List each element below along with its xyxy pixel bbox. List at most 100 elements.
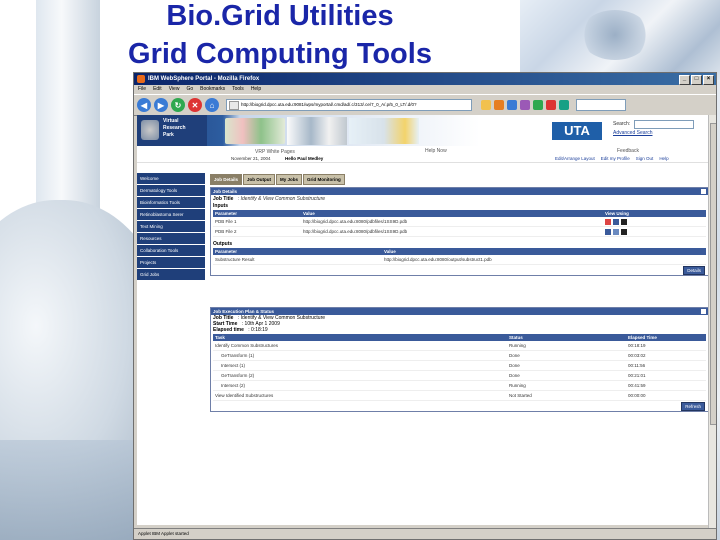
- rasmol-viewer-icon[interactable]: [621, 218, 627, 225]
- table-row: Intersect (2) Running 00:41:59: [213, 380, 706, 391]
- rasmol-viewer-icon[interactable]: [621, 228, 627, 235]
- help-now-link[interactable]: Help Now: [425, 148, 447, 154]
- table-row: PDB File 2 http://biogrid.dpcc.uta.edu:8…: [213, 226, 706, 237]
- sidebar-item-projects[interactable]: Projects: [137, 257, 205, 269]
- task-status: Done: [507, 350, 626, 361]
- elapsed-time-label: Elapsed time: [213, 327, 244, 333]
- org-name-line2: Research: [163, 125, 186, 131]
- page-scrollbar[interactable]: [708, 115, 716, 528]
- user-greeting: Hello Paul Medley: [285, 156, 324, 161]
- job-details-title: Job Details: [211, 188, 708, 195]
- output-param: Substructure Result: [213, 255, 382, 265]
- block-icon[interactable]: [546, 100, 556, 110]
- browser-window: IBM WebSphere Portal - Mozilla Firefox _…: [133, 72, 717, 540]
- task-status: Done: [507, 370, 626, 381]
- sidebar-item-bioinformatics[interactable]: Bioinformatics Tools: [137, 197, 205, 209]
- menu-help[interactable]: Help: [251, 85, 261, 94]
- address-bar[interactable]: http://biogrid.dpcc.uta.edu:9081/wps/myp…: [226, 99, 472, 111]
- input-param: PDB File 2: [213, 226, 301, 237]
- job-title-label: Job Title: [213, 196, 234, 202]
- tab-job-details[interactable]: Job Details: [210, 174, 243, 185]
- exec-header-status: Status: [507, 334, 626, 341]
- bookmark-icon[interactable]: [481, 100, 491, 110]
- job-tabs: Job Details Job Output My Jobs Grid Moni…: [210, 174, 345, 185]
- inputs-header-parameter: Parameter: [213, 210, 301, 217]
- reload-icon[interactable]: ↻: [171, 98, 185, 112]
- home-icon[interactable]: ⌂: [205, 98, 219, 112]
- sidebar-item-resources[interactable]: Resources: [137, 233, 205, 245]
- tab-my-jobs[interactable]: My Jobs: [276, 174, 303, 185]
- task-time: 00:00:00: [626, 390, 706, 401]
- molecule-viewer-icon[interactable]: [605, 228, 611, 235]
- edit-layout-link[interactable]: Edit/Arrange Layout: [555, 156, 595, 161]
- task-status: Done: [507, 360, 626, 371]
- task-time: 00:41:59: [626, 380, 706, 391]
- feedback-link[interactable]: Feedback: [617, 148, 639, 154]
- tab-job-output[interactable]: Job Output: [243, 174, 276, 185]
- org-name-line3: Park: [163, 132, 174, 138]
- sidebar-item-text-mining[interactable]: Text Mining: [137, 221, 205, 233]
- input-value[interactable]: http://biogrid.dpcc.uta.edu:8080/pdbfile…: [301, 217, 603, 227]
- structure-viewer-icon[interactable]: [613, 228, 619, 235]
- sidebar-item-collaboration[interactable]: Collaboration Tools: [137, 245, 205, 257]
- scrollbar-thumb[interactable]: [710, 123, 716, 425]
- tab-grid-monitoring[interactable]: Grid Monitoring: [303, 174, 345, 185]
- job-details-panel: Job Details Job Title : Identify & View …: [210, 187, 709, 276]
- browser-search-input[interactable]: [576, 99, 626, 111]
- menu-edit[interactable]: Edit: [153, 85, 162, 94]
- minimize-button[interactable]: _: [679, 75, 690, 85]
- slide-title: Bio.Grid Utilities: [166, 0, 394, 32]
- page-icon: [229, 101, 239, 110]
- portal-sidebar: Welcome Dermatology Tools Bioinformatics…: [137, 173, 205, 281]
- task-status: Not Started: [507, 390, 626, 401]
- inputs-heading: Inputs: [213, 203, 228, 209]
- white-pages-link[interactable]: VRP White Pages: [255, 149, 295, 155]
- panel-minimize-icon[interactable]: [701, 309, 706, 314]
- sidebar-item-welcome[interactable]: Welcome: [137, 173, 205, 185]
- flask-neck-image: [36, 0, 100, 220]
- input-value[interactable]: http://biogrid.dpcc.uta.edu:8080/pdbfile…: [301, 226, 603, 237]
- menu-file[interactable]: File: [138, 85, 146, 94]
- outputs-header-parameter: Parameter: [213, 248, 382, 255]
- window-title: IBM WebSphere Portal - Mozilla Firefox: [148, 76, 260, 82]
- back-icon[interactable]: ◀: [137, 98, 151, 112]
- advanced-search-link[interactable]: Advanced Search: [613, 130, 652, 136]
- help-link[interactable]: Help: [659, 156, 668, 161]
- menu-go[interactable]: Go: [186, 85, 193, 94]
- refresh-button[interactable]: Refresh: [681, 402, 705, 411]
- edit-profile-link[interactable]: Edit my Profile: [601, 156, 630, 161]
- inputs-table: Parameter Value View Using PDB File 1 ht…: [213, 210, 706, 237]
- download-icon[interactable]: [533, 100, 543, 110]
- details-button[interactable]: Details: [683, 266, 705, 275]
- maximize-button[interactable]: □: [691, 75, 702, 85]
- close-button[interactable]: ×: [703, 75, 714, 85]
- mail-icon[interactable]: [507, 100, 517, 110]
- navigation-toolbar: ◀ ▶ ↻ ✕ ⌂ http://biogrid.dpcc.uta.edu:90…: [134, 94, 716, 116]
- table-row: PDB File 1 http://biogrid.dpcc.uta.edu:8…: [213, 217, 706, 227]
- menu-bookmarks[interactable]: Bookmarks: [200, 85, 225, 94]
- stop-icon[interactable]: ✕: [188, 98, 202, 112]
- extension-icon[interactable]: [559, 100, 569, 110]
- exec-header-elapsed: Elapsed Time: [626, 334, 706, 341]
- molecule-viewer-icon[interactable]: [613, 218, 619, 225]
- vrp-logo-block: Virtual Research Park: [137, 115, 207, 146]
- print-icon[interactable]: [520, 100, 530, 110]
- table-row: Intersect (1) Done 00:11:56: [213, 360, 706, 371]
- sign-out-link[interactable]: Sign Out: [636, 156, 654, 161]
- browser-titlebar: IBM WebSphere Portal - Mozilla Firefox _…: [134, 73, 716, 85]
- inputs-header-view: View Using: [603, 210, 706, 217]
- banner-image-lab: [349, 118, 419, 144]
- sidebar-item-grid-jobs[interactable]: Grid Jobs: [137, 269, 205, 281]
- pdf-viewer-icon[interactable]: [605, 218, 611, 225]
- menu-tools[interactable]: Tools: [232, 85, 244, 94]
- job-title-row: Job Title : Identify & View Common Subst…: [211, 195, 708, 203]
- history-icon[interactable]: [494, 100, 504, 110]
- portal-search-input[interactable]: [634, 120, 694, 129]
- panel-minimize-icon[interactable]: [701, 189, 706, 194]
- menu-view[interactable]: View: [169, 85, 180, 94]
- sidebar-item-dermatology[interactable]: Dermatology Tools: [137, 185, 205, 197]
- forward-icon[interactable]: ▶: [154, 98, 168, 112]
- sidebar-item-retinoblastoma[interactable]: Retinoblastoma Serer: [137, 209, 205, 221]
- output-value[interactable]: http://biogrid.dpcc.uta.edu:8080/output/…: [382, 255, 706, 265]
- job-title-value: : Identify & View Common Substructure: [237, 196, 326, 202]
